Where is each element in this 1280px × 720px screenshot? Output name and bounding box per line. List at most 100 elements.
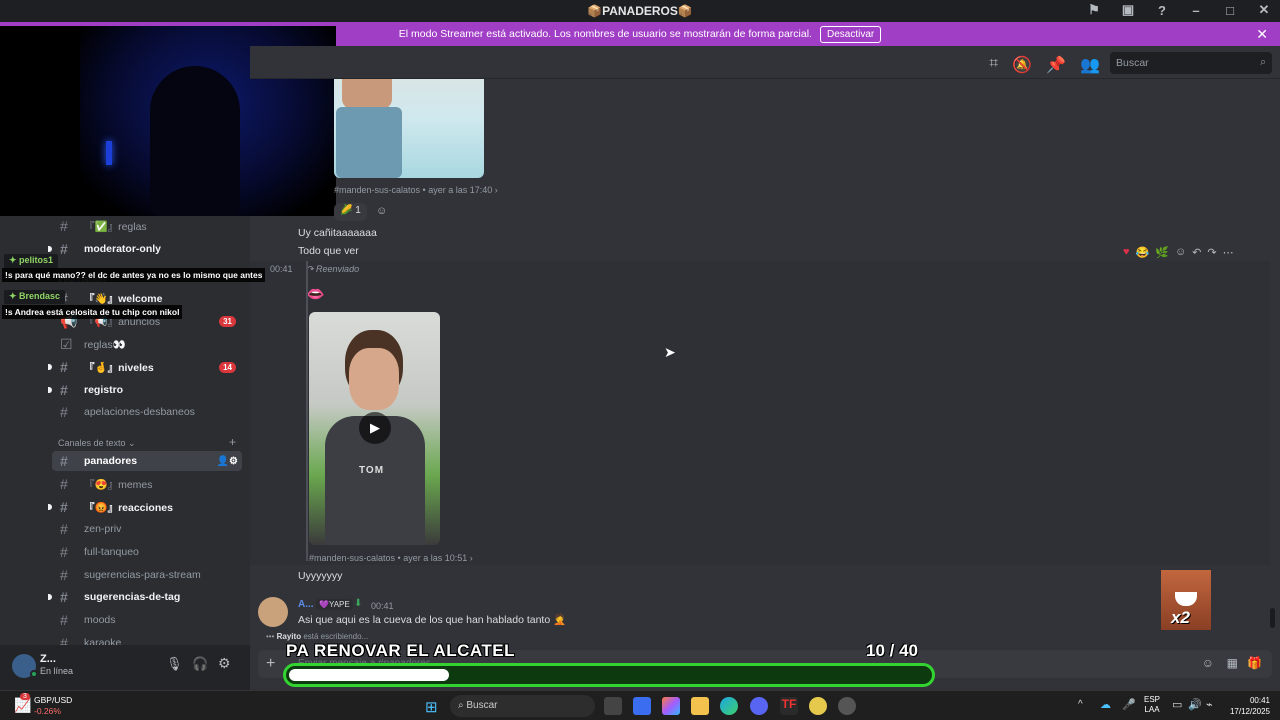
threads-icon[interactable]: ⌗ <box>989 55 998 75</box>
scrollbar-thumb[interactable] <box>1270 608 1275 628</box>
tf-app-icon[interactable]: TF <box>780 697 798 715</box>
swim-shorts-figure <box>336 107 402 178</box>
language-indicator[interactable]: ESP LAA <box>1144 695 1160 715</box>
mute-bell-icon[interactable]: 🔕 <box>1012 55 1032 75</box>
sidebar-item-reacciones[interactable]: # 『😡』reacciones <box>52 497 242 517</box>
hash-icon: # <box>60 241 68 257</box>
close-icon[interactable]: ✕ <box>1256 26 1268 43</box>
hash-icon: # <box>60 589 68 605</box>
settings-icon[interactable]: 👤⚙ <box>217 456 238 467</box>
add-attachment-icon[interactable]: + <box>266 655 275 673</box>
help-icon[interactable]: ? <box>1154 2 1170 18</box>
emoji-icon[interactable]: ☺ <box>1202 656 1214 670</box>
forward-source[interactable]: #manden-sus-calatos • ayer a las 10:51 › <box>309 553 473 563</box>
mic-tray-icon[interactable]: 🎤 <box>1122 698 1136 711</box>
copilot-icon[interactable] <box>662 697 680 715</box>
clock[interactable]: 00:41 17/12/2025 <box>1222 695 1270 717</box>
add-channel-icon[interactable]: + <box>229 435 236 449</box>
apps-icon[interactable]: ▦ <box>1227 656 1238 670</box>
message-text: Todo que ver <box>298 245 359 257</box>
network-icon[interactable]: ▭ <box>1172 698 1182 711</box>
hash-icon: # <box>60 521 68 537</box>
forward-bar <box>306 261 308 561</box>
search-input[interactable]: Buscar ⌕ <box>1110 52 1272 74</box>
plant-reaction-icon[interactable]: 🌿 <box>1155 246 1169 259</box>
add-reaction-icon[interactable]: ☺ <box>376 205 387 217</box>
app-icon[interactable] <box>809 697 827 715</box>
message-timestamp: 00:41 <box>371 601 394 611</box>
taskbar-search[interactable]: ⌕ Buscar <box>450 695 595 717</box>
gift-icon[interactable]: 🎁 <box>1247 656 1262 670</box>
forward-source[interactable]: #manden-sus-calatos • ayer a las 17:40 › <box>334 185 498 195</box>
sidebar-item-reglas[interactable]: # 『✅』reglas <box>52 216 242 236</box>
sidebar-item-sugerencias-stream[interactable]: # sugerencias-para-stream <box>52 565 242 585</box>
laugh-reaction-icon[interactable]: 😂 <box>1136 246 1150 259</box>
sidebar-item-panadores[interactable]: # panadores 👤⚙ <box>52 451 242 471</box>
sidebar-item-niveles[interactable]: # 『🤞』niveles 14 <box>52 357 242 377</box>
sidebar-item-reglas-rules[interactable]: ☑ reglas👀 <box>52 334 242 354</box>
message-list: #manden-sus-calatos • ayer a las 17:40 ›… <box>250 79 1280 644</box>
edge-icon[interactable] <box>720 697 738 715</box>
microphone-icon[interactable]: 🎙 <box>166 656 183 672</box>
sidebar-item-sugerencias-tag[interactable]: # sugerencias-de-tag <box>52 587 242 607</box>
reply-icon[interactable]: ↶ <box>1192 246 1201 259</box>
message-text: Uyyyyyyy <box>298 570 343 582</box>
video-attachment[interactable]: TOM ▶ <box>309 312 440 545</box>
forward-icon[interactable]: ↷ <box>1207 246 1216 259</box>
author-name[interactable]: A... <box>298 599 314 610</box>
chat-overlay-message: !s para qué mano?? el dc de antes ya no … <box>2 268 266 282</box>
close-window-icon[interactable]: ✕ <box>1256 2 1272 18</box>
sidebar-item-full-tanqueo[interactable]: # full-tanqueo <box>52 542 242 562</box>
message-timestamp: 00:41 <box>270 264 293 274</box>
rules-icon: ☑ <box>60 335 73 352</box>
windows-start-icon[interactable]: ⊞ <box>425 698 438 716</box>
online-status-icon <box>30 670 38 678</box>
forwarded-image[interactable] <box>334 79 484 178</box>
file-explorer-icon[interactable] <box>691 697 709 715</box>
role-tag: 💜YAPE <box>316 599 353 610</box>
discord-window: { "window":{"title":"📦PANADEROS📦"}, "ban… <box>0 0 1280 720</box>
add-reaction-icon[interactable]: ☺ <box>1175 246 1186 259</box>
sidebar-item-moderator-only[interactable]: # moderator-only <box>52 239 242 259</box>
more-icon[interactable]: ⋯ <box>1223 246 1234 259</box>
hash-icon: # <box>60 612 68 628</box>
sidebar-item-memes[interactable]: # 『😍』memes <box>52 474 242 494</box>
chat-overlay-message: !s Andrea está celosita de tu chip con n… <box>2 305 183 319</box>
heart-reaction-icon[interactable]: ♥ <box>1123 246 1130 259</box>
stock-badge: 3 <box>20 693 30 700</box>
chrome-icon[interactable] <box>838 697 856 715</box>
pin-icon[interactable]: 📌 <box>1046 55 1066 75</box>
maximize-icon[interactable]: □ <box>1222 2 1238 18</box>
avatar[interactable] <box>258 597 288 627</box>
user-settings-icon[interactable]: ⚙ <box>218 655 231 672</box>
member-list-icon[interactable]: 👥 <box>1080 55 1100 75</box>
minimize-icon[interactable]: – <box>1188 2 1204 18</box>
goal-counter: 10 / 40 <box>866 641 919 660</box>
hash-icon: # <box>60 453 68 469</box>
message-actions-toolbar: ♥ 😂 🌿 ☺ ↶ ↷ ⋯ <box>1123 246 1234 259</box>
onedrive-icon[interactable]: ☁ <box>1100 698 1111 711</box>
username[interactable]: Z... <box>40 653 56 665</box>
battery-icon[interactable]: ⌁ <box>1206 698 1213 711</box>
volume-icon[interactable]: 🔊 <box>1188 698 1202 711</box>
sidebar-item-moods[interactable]: # moods <box>52 610 242 630</box>
reaction-pill[interactable]: 🌽 1 <box>334 203 367 221</box>
deactivate-button[interactable]: Desactivar <box>819 25 882 43</box>
inbox-icon[interactable]: ▣ <box>1120 2 1136 18</box>
sidebar-item-apelaciones[interactable]: # apelaciones-desbaneos <box>52 402 242 422</box>
stock-name[interactable]: GBP/USD <box>34 695 72 705</box>
play-icon[interactable]: ▶ <box>359 412 391 444</box>
goal-progress-fill <box>289 669 449 681</box>
store-icon[interactable] <box>633 697 651 715</box>
task-view-icon[interactable] <box>604 697 622 715</box>
headphones-icon[interactable]: 🎧 <box>192 656 208 672</box>
category-text-channels[interactable]: Canales de texto ⌄ <box>58 438 136 449</box>
forwarded-label: ↷ Reenviado <box>306 264 360 274</box>
tray-expand-icon[interactable]: ^ <box>1078 699 1083 710</box>
mention-badge: 14 <box>219 361 236 373</box>
hash-icon: # <box>60 499 68 515</box>
discord-taskbar-icon[interactable] <box>750 697 768 715</box>
sidebar-item-registro[interactable]: # registro <box>52 380 242 400</box>
flag-icon[interactable]: ⚑ <box>1086 2 1102 18</box>
sidebar-item-zen-priv[interactable]: # zen-priv <box>52 519 242 539</box>
